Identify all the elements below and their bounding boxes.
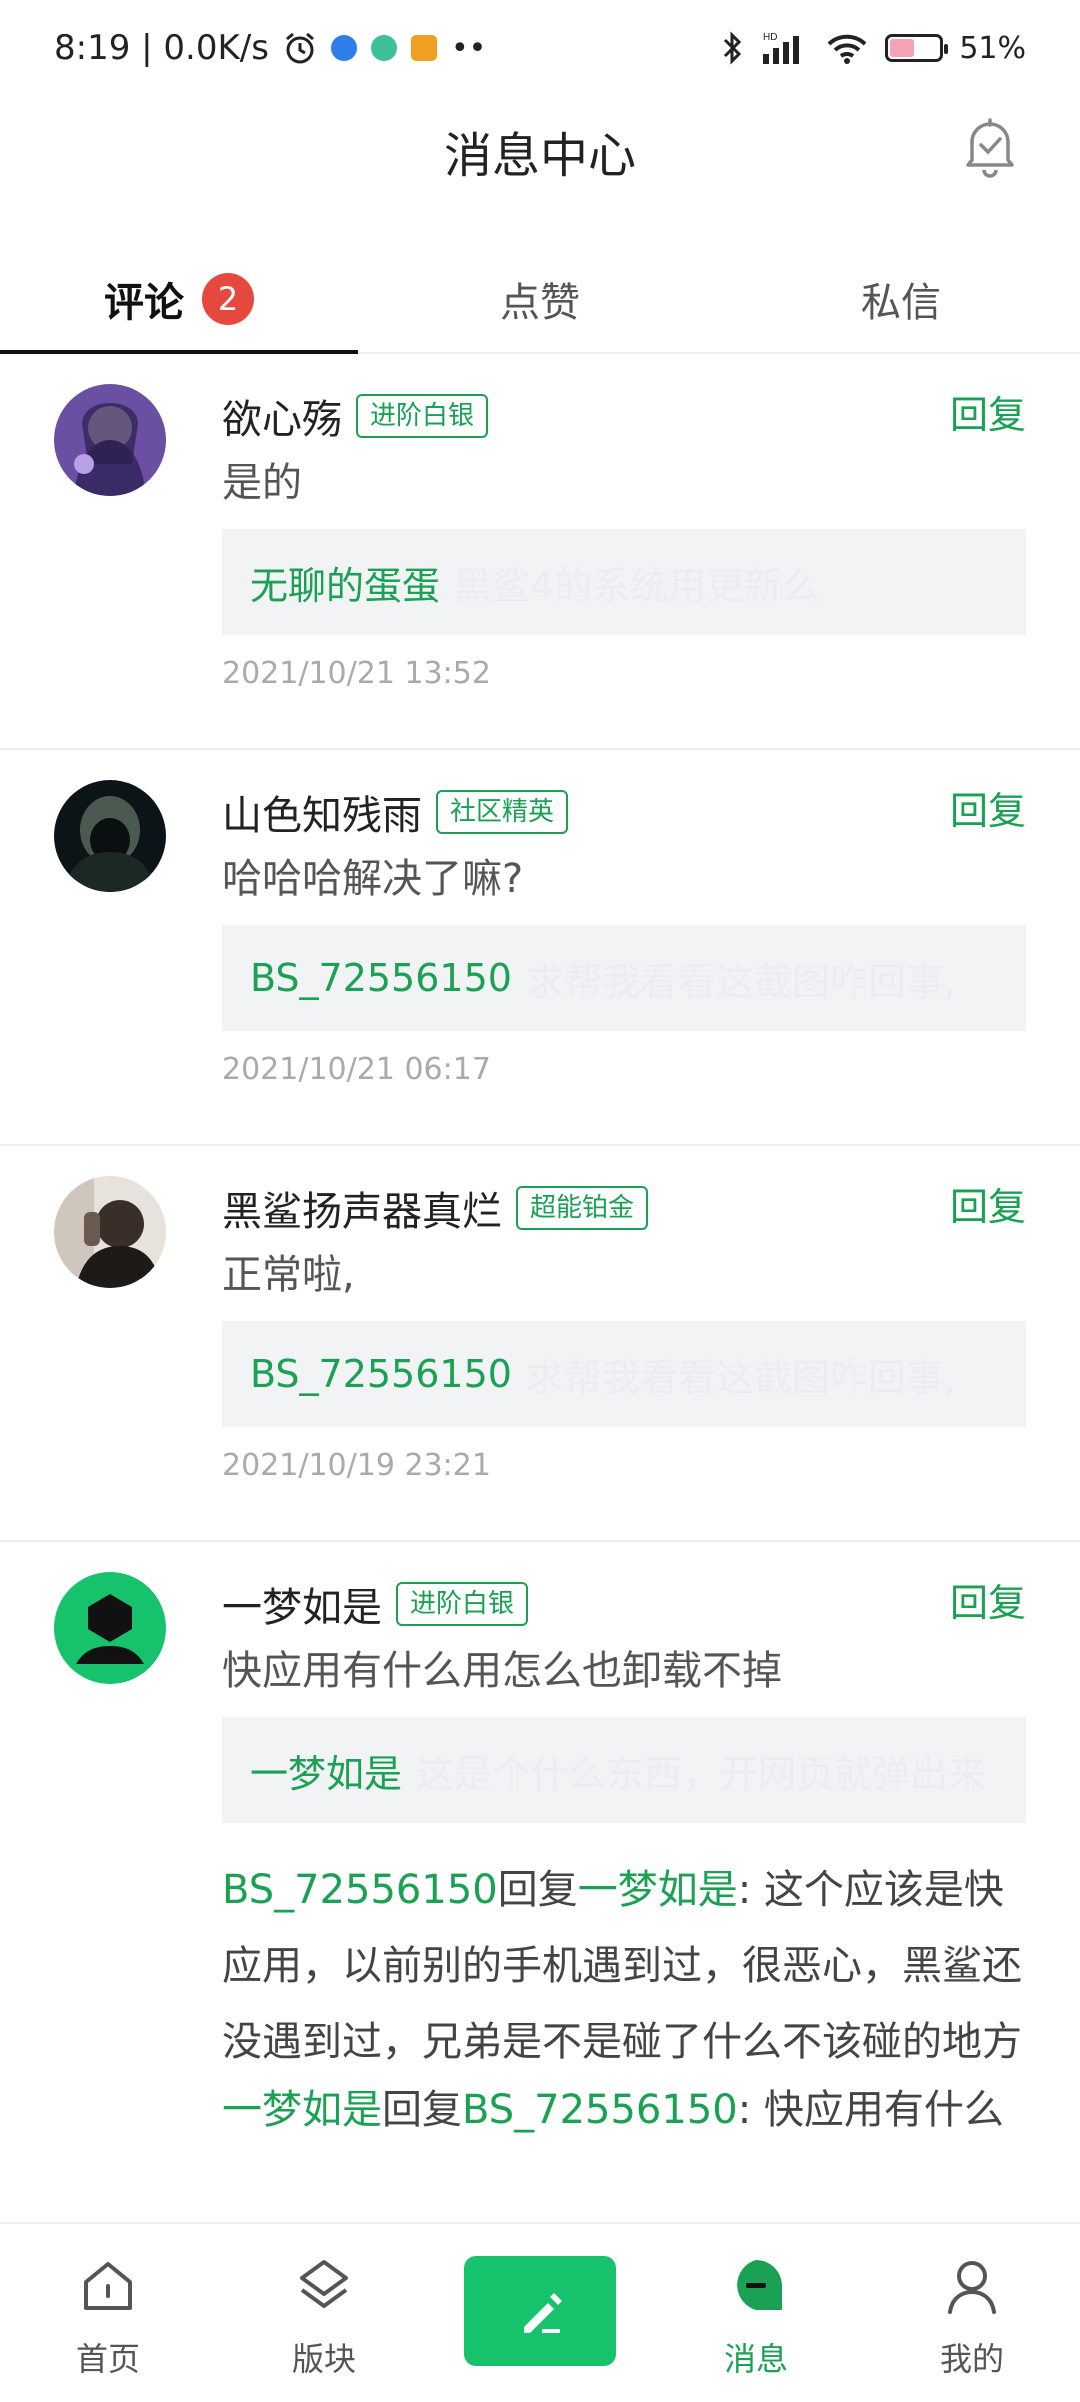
more-notifications-icon: ••	[450, 30, 487, 66]
reply-button[interactable]: 回复	[950, 1176, 1026, 1231]
username[interactable]: 山色知残雨	[222, 783, 422, 841]
tab-label: 点赞	[500, 280, 580, 326]
thread-text: : 快应用有什么	[737, 2087, 1004, 2133]
quoted-username: BS_72556150	[250, 956, 512, 1000]
page-title: 消息中心	[443, 128, 636, 184]
quoted-username: 无聊的蛋蛋	[250, 563, 441, 608]
unread-badge: 2	[202, 273, 254, 325]
quoted-text: 黑鲨4的系统用更新么	[454, 563, 821, 608]
quoted-post[interactable]: 一梦如是 这是个什么东西，开网页就弹出来	[222, 1717, 1026, 1823]
thread-verb: 回复	[382, 2087, 462, 2133]
nav-messages[interactable]: 消息	[648, 2224, 864, 2402]
svg-text:HD: HD	[763, 32, 777, 43]
thread-reply[interactable]: BS_72556150回复一梦如是: 这个应该是快应用，以前别的手机遇到过，很恶…	[222, 1852, 1042, 2080]
header: 消息中心	[0, 96, 1080, 246]
quoted-text: 求帮我看看这截图咋回事,	[525, 959, 957, 1004]
avatar[interactable]	[54, 1572, 166, 1684]
tab-bar: 评论 2 点赞 私信	[0, 246, 1080, 354]
home-icon	[84, 2262, 132, 2310]
comment-text: 快应用有什么用怎么也卸载不掉	[222, 1648, 782, 1694]
quoted-text: 求帮我看看这截图咋回事,	[525, 1355, 957, 1400]
nav-label: 版块	[291, 2340, 356, 2378]
avatar[interactable]	[54, 1176, 166, 1288]
user-level-badge: 社区精英	[436, 790, 569, 834]
thread-from-user[interactable]: 一梦如是	[222, 2087, 382, 2133]
nav-label: 我的	[939, 2340, 1004, 2378]
alarm-icon	[286, 32, 314, 64]
avatar[interactable]	[54, 384, 166, 496]
nav-label: 首页	[75, 2340, 140, 2378]
status-time-speed: 8:19 | 0.0K/s	[54, 28, 269, 68]
tab-label: 评论	[104, 280, 184, 326]
bottom-nav: 首页 版块 消息 我的	[0, 2222, 1080, 2402]
layers-icon	[300, 2260, 348, 2308]
comment-text: 是的	[222, 460, 302, 506]
thread-verb: 回复	[497, 1867, 578, 1913]
bluetooth-icon	[724, 31, 742, 65]
quoted-username: BS_72556150	[250, 1352, 512, 1396]
user-icon	[948, 2261, 996, 2314]
avatar[interactable]	[54, 780, 166, 892]
user-level-badge: 超能铂金	[516, 1186, 649, 1230]
reply-button[interactable]: 回复	[950, 384, 1026, 439]
list-item[interactable]: 黑鲨扬声器真烂 超能铂金 回复 正常啦, BS_72556150 求帮我看看这截…	[0, 1146, 1080, 1542]
tab-likes[interactable]: 点赞	[361, 246, 719, 352]
nav-profile[interactable]: 我的	[864, 2224, 1080, 2402]
tab-comments[interactable]: 评论 2	[0, 246, 358, 354]
app-notification-icon	[370, 35, 397, 61]
comment-list: 欲心殇 进阶白银 回复 是的 无聊的蛋蛋 黑鲨4的系统用更新么 2021/10/…	[0, 354, 1080, 2222]
quoted-post[interactable]: BS_72556150 求帮我看看这截图咋回事,	[222, 1321, 1026, 1427]
thread-to-user[interactable]: BS_72556150	[462, 2087, 738, 2133]
quoted-post[interactable]: BS_72556150 求帮我看看这截图咋回事,	[222, 925, 1026, 1031]
tab-label: 私信	[861, 280, 941, 326]
app-notification-icon	[330, 35, 357, 61]
thread-from-user[interactable]: BS_72556150	[222, 1867, 498, 1913]
nav-label: 消息	[723, 2340, 788, 2378]
wifi-icon	[827, 34, 867, 64]
thread-reply[interactable]: 一梦如是回复BS_72556150: 快应用有什么	[222, 2080, 1042, 2140]
nav-sections[interactable]: 版块	[216, 2224, 432, 2402]
app-notification-icon	[410, 35, 437, 61]
message-icon	[737, 2260, 782, 2310]
list-item[interactable]: 一梦如是 进阶白银 回复 快应用有什么用怎么也卸载不掉 一梦如是 这是个什么东西…	[0, 1542, 1080, 2222]
tab-messages[interactable]: 私信	[722, 246, 1080, 352]
nav-home[interactable]: 首页	[0, 2224, 216, 2402]
quoted-post[interactable]: 无聊的蛋蛋 黑鲨4的系统用更新么	[222, 529, 1026, 635]
list-item[interactable]: 欲心殇 进阶白银 回复 是的 无聊的蛋蛋 黑鲨4的系统用更新么 2021/10/…	[0, 354, 1080, 750]
status-bar: 8:19 | 0.0K/s •• HD 51%	[0, 0, 1080, 96]
user-level-badge: 进阶白银	[356, 394, 489, 438]
username[interactable]: 欲心殇	[222, 387, 342, 445]
reply-button[interactable]: 回复	[950, 780, 1026, 835]
thread-to-user[interactable]: 一梦如是	[578, 1867, 738, 1913]
timestamp: 2021/10/19 23:21	[222, 1448, 491, 1483]
quoted-text: 这是个什么东西，开网页就弹出来	[416, 1751, 987, 1796]
compose-icon	[524, 2293, 562, 2333]
username[interactable]: 一梦如是	[222, 1575, 382, 1633]
battery-percent: 51%	[959, 30, 1026, 66]
username[interactable]: 黑鲨扬声器真烂	[222, 1179, 502, 1237]
reply-thread: BS_72556150回复一梦如是: 这个应该是快应用，以前别的手机遇到过，很恶…	[222, 1852, 1042, 2140]
comment-text: 正常啦,	[222, 1252, 355, 1298]
list-item[interactable]: 山色知残雨 社区精英 回复 哈哈哈解决了嘛? BS_72556150 求帮我看看…	[0, 750, 1080, 1146]
compose-button[interactable]	[464, 2256, 616, 2366]
timestamp: 2021/10/21 06:17	[222, 1052, 491, 1087]
notification-settings-icon[interactable]	[962, 114, 1018, 178]
timestamp: 2021/10/21 13:52	[222, 656, 491, 691]
reply-button[interactable]: 回复	[950, 1572, 1026, 1627]
user-level-badge: 进阶白银	[396, 1582, 529, 1626]
comment-text: 哈哈哈解决了嘛?	[222, 856, 524, 902]
signal-icon: HD	[763, 32, 800, 64]
battery-icon	[885, 34, 949, 62]
quoted-username: 一梦如是	[250, 1751, 403, 1796]
